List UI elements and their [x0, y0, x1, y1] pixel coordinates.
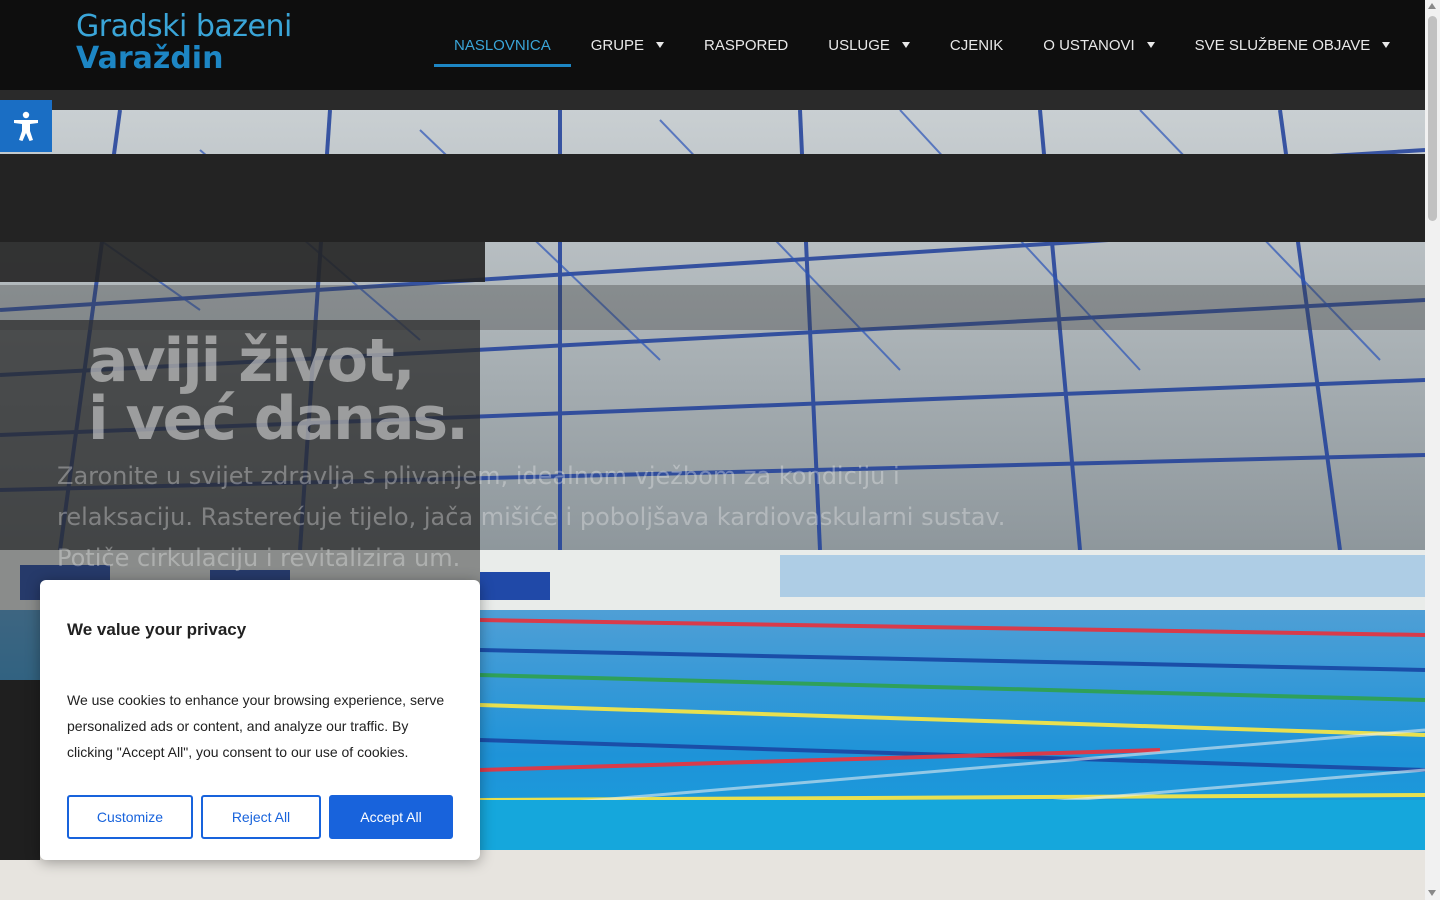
hero-title: aviji život, i već danas.: [88, 326, 469, 454]
hero-description: Zaronite u svijet zdravlja s plivanjem, …: [57, 462, 1006, 572]
nav-label: NASLOVNICA: [454, 36, 551, 54]
cookie-title: We value your privacy: [67, 620, 247, 639]
hero-title-line-1: aviji život,: [88, 326, 415, 396]
nav-label: RASPORED: [704, 36, 789, 54]
site-header: Gradski bazeni Varaždin NASLOVNICA GRUPE…: [0, 0, 1425, 90]
reject-all-button[interactable]: Reject All: [201, 795, 321, 839]
nav-item-raspored[interactable]: RASPORED: [684, 0, 808, 90]
nav-item-usluge[interactable]: USLUGE: [808, 0, 930, 90]
nav-item-grupe[interactable]: GRUPE: [571, 0, 684, 90]
main-nav: NASLOVNICA GRUPE RASPORED USLUGE CJENIK …: [434, 0, 1410, 90]
logo-line-1: Gradski bazeni: [76, 9, 292, 44]
site-logo[interactable]: Gradski bazeni Varaždin: [76, 12, 292, 74]
logo-line-2: Varaždin: [76, 41, 224, 76]
caret-down-icon: [656, 42, 665, 48]
accept-all-button[interactable]: Accept All: [329, 795, 453, 839]
caret-down-icon: [901, 42, 910, 48]
cookie-body: We use cookies to enhance your browsing …: [67, 692, 445, 760]
accessibility-icon: [14, 111, 38, 141]
cookie-consent-dialog: We value your privacy We use cookies to …: [40, 580, 480, 860]
nav-item-cjenik[interactable]: CJENIK: [930, 0, 1023, 90]
nav-label: SVE SLUŽBENE OBJAVE: [1194, 36, 1371, 54]
header-subbar: [0, 90, 1425, 110]
nav-item-naslovnica[interactable]: NASLOVNICA: [434, 0, 571, 90]
scroll-up-arrow-icon[interactable]: [1428, 3, 1436, 9]
nav-label: GRUPE: [590, 36, 645, 54]
nav-label: USLUGE: [828, 36, 890, 54]
nav-item-sve-sluzbene-objave[interactable]: SVE SLUŽBENE OBJAVE: [1175, 0, 1411, 90]
nav-label: CJENIK: [949, 36, 1004, 54]
caret-down-icon: [1382, 42, 1391, 48]
nav-label: O USTANOVI: [1043, 36, 1135, 54]
page-scrollbar[interactable]: [1425, 0, 1440, 900]
scrollbar-thumb[interactable]: [1428, 16, 1437, 221]
hero-title-line-2: i već danas.: [88, 384, 469, 454]
accessibility-button[interactable]: [0, 100, 52, 152]
customize-button[interactable]: Customize: [67, 795, 193, 839]
scroll-down-arrow-icon[interactable]: [1428, 890, 1436, 896]
nav-item-o-ustanovi[interactable]: O USTANOVI: [1023, 0, 1174, 90]
caret-down-icon: [1146, 42, 1155, 48]
